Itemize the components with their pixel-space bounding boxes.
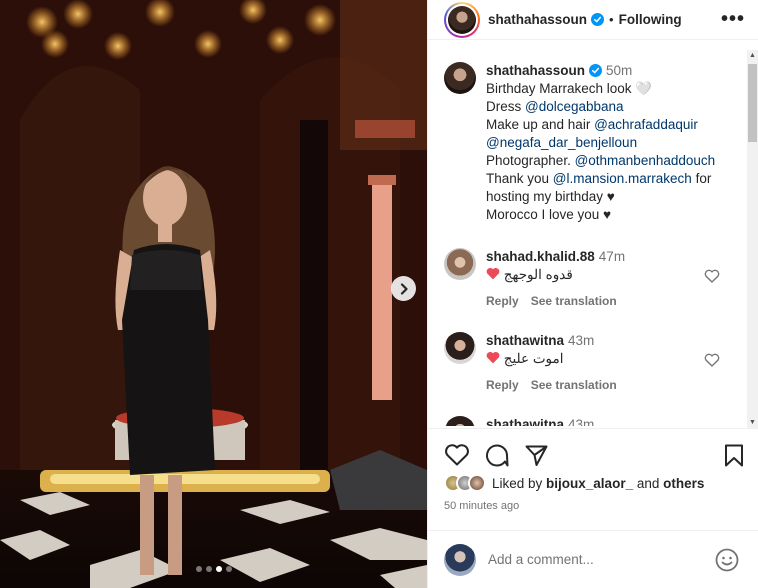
comment-text: اموت عليج <box>503 351 564 366</box>
caption-line: Photographer. @othmanbenhaddouch <box>486 153 716 168</box>
comment-like-heart-icon[interactable] <box>704 352 720 368</box>
avatar[interactable] <box>444 248 476 280</box>
caption-username[interactable]: shathahassoun <box>486 63 585 78</box>
see-translation-button[interactable]: See translation <box>531 294 617 308</box>
liker-avatar[interactable] <box>468 474 486 492</box>
emoji-smiley-icon[interactable] <box>715 548 739 572</box>
comments-list: shathahassoun 50m Birthday Marrakech look… <box>428 52 748 426</box>
comment-username[interactable]: shathawitna <box>486 333 564 348</box>
see-translation-button[interactable]: See translation <box>531 378 617 392</box>
comment-item: shahad.khalid.88 47m قدوه الوجهج Reply See… <box>444 248 629 310</box>
others-link[interactable]: others <box>663 476 704 491</box>
comment-item: shathawitna 43m اموت عليج Reply See transl… <box>444 332 629 394</box>
red-heart-emoji-icon <box>486 267 500 280</box>
scroll-up-arrow-icon[interactable]: ▲ <box>747 52 758 59</box>
caption: shathahassoun 50m Birthday Marrakech look… <box>444 62 715 224</box>
liker-username[interactable]: bijoux_alaor_ <box>546 476 633 491</box>
mention-link[interactable]: @othmanbenhaddouch <box>575 153 716 168</box>
red-heart-emoji-icon <box>486 351 500 364</box>
caption-line: hosting my birthday ♥ <box>486 189 615 204</box>
more-options-icon[interactable]: ••• <box>721 9 745 29</box>
comment-time: 43m <box>568 333 595 348</box>
liked-by-row: Liked by bijoux_alaor_ and others <box>444 474 704 492</box>
comments-scrollbar[interactable]: ▲ ▼ <box>747 50 758 428</box>
following-button[interactable]: Following <box>619 12 682 27</box>
bookmark-save-icon[interactable] <box>723 443 745 468</box>
comment-bubble-icon[interactable] <box>484 443 509 468</box>
caption-line: Thank you @l.mansion.marrakech for <box>486 171 712 186</box>
reply-button[interactable]: Reply <box>486 378 519 392</box>
scroll-down-arrow-icon[interactable]: ▼ <box>747 419 758 426</box>
mention-link[interactable]: @l.mansion.marrakech <box>553 171 692 186</box>
carousel-indicator <box>0 566 427 572</box>
post-side-panel: shathahassoun • Following ••• shathahass… <box>427 0 758 588</box>
avatar[interactable] <box>444 332 476 364</box>
footer-divider <box>428 428 758 429</box>
carousel-dot <box>195 566 202 572</box>
verified-badge-icon <box>589 64 603 77</box>
caption-time: 50m <box>606 63 633 78</box>
caption-line: Birthday Marrakech look 🤍 <box>486 81 653 96</box>
avatar <box>448 6 476 34</box>
comment-username[interactable]: shahad.khalid.88 <box>486 249 595 264</box>
carousel-next-button[interactable] <box>391 276 416 301</box>
mention-link[interactable]: @negafa_dar_benjelloun <box>486 135 637 150</box>
verified-badge-icon <box>591 13 605 26</box>
add-comment-input[interactable] <box>488 552 708 567</box>
comment-username[interactable]: shathawitna <box>486 417 564 426</box>
mention-link[interactable]: @achrafaddaquir <box>594 117 698 132</box>
comment-time: 43m <box>568 417 595 426</box>
carousel-dot <box>205 566 212 572</box>
post-header: shathahassoun • Following ••• <box>428 0 758 40</box>
add-comment-bar <box>428 530 758 588</box>
caption-line: @negafa_dar_benjelloun <box>486 134 715 152</box>
comment-like-heart-icon[interactable] <box>704 268 720 284</box>
story-ring[interactable] <box>444 2 480 38</box>
scroll-thumb[interactable] <box>748 64 757 142</box>
reply-button[interactable]: Reply <box>486 294 519 308</box>
avatar[interactable] <box>444 62 476 94</box>
caption-line: Dress @dolcegabbana <box>486 99 624 114</box>
current-user-avatar <box>444 543 476 576</box>
comment-text: قدوه الوجهج <box>503 267 573 282</box>
comment-item: shathawitna 43m <box>444 416 594 426</box>
photo-scene <box>0 0 427 588</box>
carousel-dot <box>215 566 222 572</box>
carousel-dot <box>225 566 232 572</box>
chevron-right-icon <box>400 282 408 295</box>
share-send-icon[interactable] <box>524 443 549 468</box>
avatar[interactable] <box>444 416 476 426</box>
caption-line: Make up and hair @achrafaddaquir <box>486 117 698 132</box>
mention-link[interactable]: @dolcegabbana <box>525 99 624 114</box>
header-username[interactable]: shathahassoun <box>488 12 587 27</box>
post-timestamp[interactable]: 50 minutes ago <box>444 500 519 512</box>
caption-line: Morocco I love you ♥ <box>486 207 612 222</box>
post-photo[interactable] <box>0 0 427 588</box>
separator-dot: • <box>609 12 614 27</box>
comment-time: 47m <box>598 249 626 264</box>
like-heart-icon[interactable] <box>444 443 470 467</box>
liked-by-text: Liked by bijoux_alaor_ and others <box>492 475 705 491</box>
